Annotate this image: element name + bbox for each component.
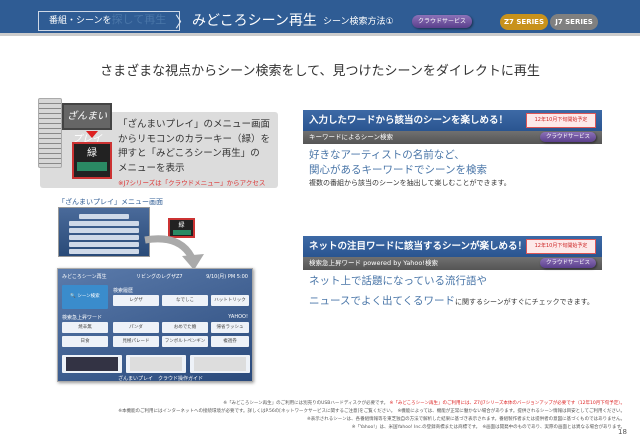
method-label: シーン検索方法① (323, 17, 394, 27)
word-item[interactable]: フンボルトペンギン (162, 336, 208, 347)
zanmai-menu-screenshot (58, 207, 150, 257)
word-item[interactable]: 日食 (62, 336, 108, 347)
panel-lead: 関心があるキーワードでシーンを検索 (309, 164, 487, 176)
scene-search-screen: みどころシーン再生 リビングのレグザZ7 9/10(月) PM 5:00 🔍 シ… (57, 268, 253, 382)
tv-title: みどころシーン再生 (62, 274, 107, 280)
green-key-image: 緑 (72, 142, 112, 179)
breadcrumb[interactable]: 番組・シーンを探して再生 (38, 11, 180, 31)
j7-note: ※J7シリーズは「クラウドメニュー」からアクセス (118, 179, 266, 187)
remote-control-image (38, 98, 62, 168)
tv-footer: ざんまいプレイ クラウド操作ガイド (118, 376, 204, 382)
z7-series-badge: Z7 SERIES (500, 14, 548, 30)
word-item[interactable]: 焼辛無 (62, 322, 108, 333)
curved-arrow-icon (144, 235, 204, 270)
word-item[interactable]: おめでた婚 (162, 322, 208, 333)
history-item[interactable]: ハットトリック (211, 295, 249, 306)
green-key-label: 緑 (87, 148, 97, 159)
footnote: ※本機能のご利用にはインターネットへの接続環境が必要です。詳しくはP.56の[ネ… (118, 409, 625, 414)
panel-subheading: 検索急上昇ワード powered by Yahoo!検索 (309, 259, 438, 267)
word-item[interactable]: 複週券 (211, 336, 249, 347)
scene-search-button[interactable]: 🔍 シーン検索 (62, 285, 108, 309)
page-title: みどころシーン再生 (192, 13, 317, 29)
chevron-right-icon: 〉 (175, 13, 191, 31)
breadcrumb-big: 探して再生 (111, 13, 167, 26)
tv-time: 9/10(月) PM 5:00 (206, 274, 248, 280)
down-arrow-icon (86, 131, 98, 138)
page-number: 18 (618, 428, 627, 436)
green-key-label: 緑 (178, 222, 185, 229)
desc-line: メニューを表示 (118, 162, 185, 174)
word-item[interactable]: パンダ (113, 322, 159, 333)
cloud-service-badge: クラウドサービス (540, 132, 596, 142)
panel-body: 複数の番組から該当のシーンを抽出して楽しむことができます。 (309, 179, 511, 187)
schedule-badge: 12年10月下旬開始予定 (526, 239, 596, 254)
panel-heading: 入力したワードから該当のシーンを楽しめる！ (309, 115, 509, 126)
history-item[interactable]: レグザ (113, 295, 159, 306)
trending-word-panel: ネットの注目ワードに該当するシーンが楽しめる！ 12年10月下旬開始予定 検索急上… (303, 236, 602, 309)
yahoo-logo: YAHOO! (228, 314, 248, 320)
schedule-badge: 12年10月下旬開始予定 (526, 113, 596, 128)
banner[interactable] (62, 355, 122, 373)
cloud-service-badge: クラウドサービス (412, 15, 472, 28)
tv-channel: リビングのレグザZ7 (136, 274, 183, 280)
panel-lead: 好きなアーティストの名前など、 (309, 149, 465, 161)
banner[interactable] (126, 355, 186, 373)
word-item[interactable]: 帰省ラッシュ (211, 322, 249, 333)
keyword-search-panel: 入力したワードから該当のシーンを楽しめる！ 12年10月下旬開始予定 キーワードに… (303, 110, 602, 188)
footnote: ※表示されるシーンは、各番組情報等を東芝独自の方法で解析した結果に基づき表示され… (307, 417, 625, 422)
history-label: 検索履歴 (113, 288, 134, 294)
footnote: ※「みどころシーン再生」のご利用には、Z7/J7シリーズ本体のバージョンアップが… (389, 401, 625, 406)
zanmai-play-logo: ざんまいプレイ (62, 103, 112, 145)
desc-line: 押すと「みどころシーン再生」の (118, 148, 260, 159)
panel-heading: ネットの注目ワードに該当するシーンが楽しめる！ (309, 241, 528, 252)
breadcrumb-small: 番組・シーンを (49, 16, 112, 26)
footnote: ※「みどころシーン再生」のご利用には別売りのUSBハードディスクが必要です。 (223, 401, 389, 406)
footnotes: ※「みどころシーン再生」のご利用には別売りのUSBハードディスクが必要です。 ※… (0, 400, 625, 432)
footnote: ※「Yahoo!」は、米国Yahoo! Inc.の登録商標または商標です。 ※画… (351, 425, 625, 430)
panel-body: に関するシーンがすぐにチェックできます。 (454, 298, 594, 306)
subtitle: さまざまな視点からシーン検索をして、見つけたシーンをダイレクトに再生 (100, 64, 540, 79)
panel-lead: ネット上で話題になっている流行語や (309, 275, 487, 287)
panel-subheading: キーワードによるシーン検索 (309, 133, 393, 141)
desc-line: 「ざんまいプレイ」のメニュー画面 (118, 119, 271, 130)
rising-label: 検索急上昇ワード (62, 315, 103, 321)
desc-line: からリモコンのカラーキー（緑）を (118, 133, 271, 145)
cloud-service-badge: クラウドサービス (540, 258, 596, 268)
history-item[interactable]: なでしこ (162, 295, 208, 306)
word-item[interactable]: 見極パレード (113, 336, 159, 347)
panel-lead: ニュースでよく出てくるワード (309, 295, 455, 307)
menu-caption: 「ざんまいプレイ」メニュー画面 (58, 198, 163, 206)
instruction-text: 「ざんまいプレイ」のメニュー画面 からリモコンのカラーキー（緑）を 押すと「みど… (118, 118, 278, 176)
banner[interactable] (190, 355, 250, 373)
j7-series-badge: J7 SERIES (550, 14, 598, 30)
